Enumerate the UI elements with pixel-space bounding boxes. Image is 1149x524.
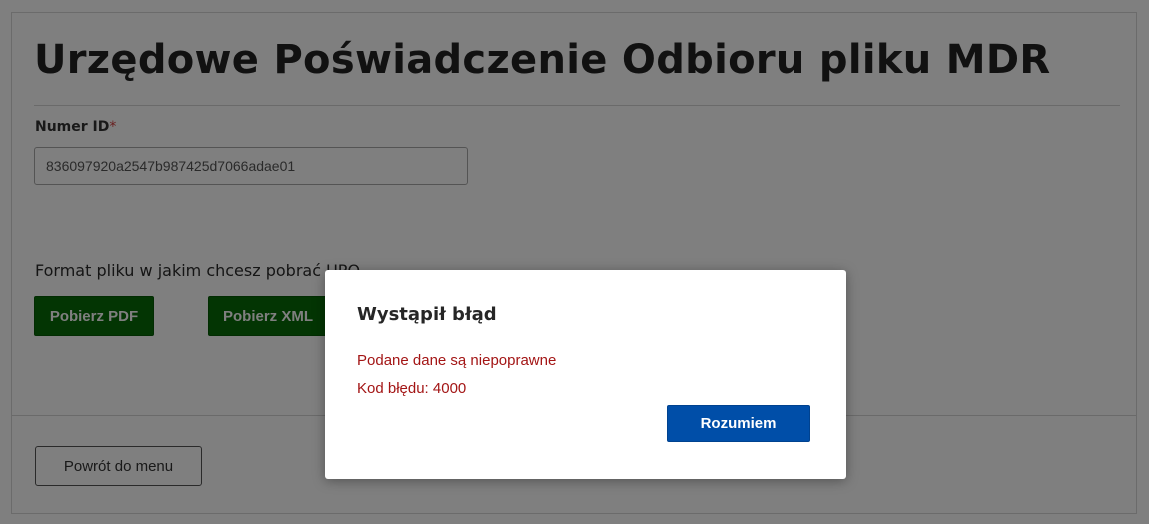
confirm-button[interactable]: Rozumiem [667, 405, 810, 442]
error-dialog-title: Wystąpił błąd [357, 304, 497, 325]
error-message: Podane dane są niepoprawne [357, 352, 557, 369]
page: Urzędowe Poświadczenie Odbioru pliku MDR… [0, 0, 1149, 524]
error-dialog: Wystąpił błąd Podane dane są niepoprawne… [325, 270, 846, 479]
error-code: Kod błędu: 4000 [357, 380, 467, 397]
